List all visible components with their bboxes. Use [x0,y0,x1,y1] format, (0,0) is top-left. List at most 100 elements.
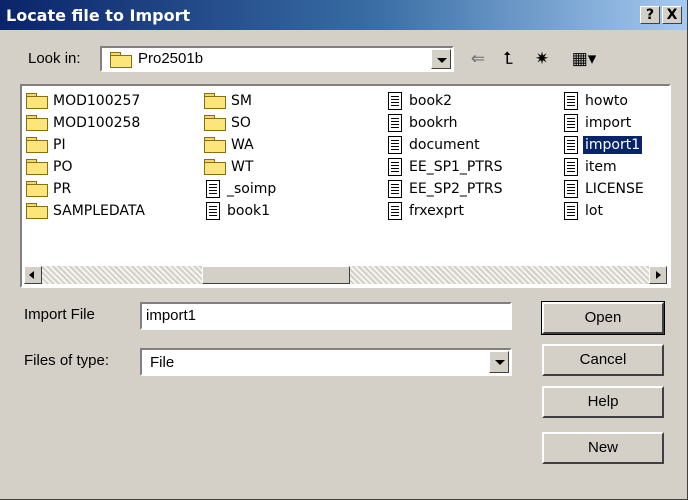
folder-icon [26,115,48,131]
document-icon [206,202,220,220]
file-item[interactable]: howto [562,90,630,112]
look-in-value: Pro2501b [138,50,204,67]
file-item[interactable]: bookrh [386,112,460,134]
item-name: EE_SP1_PTRS [409,159,503,175]
view-menu-icon[interactable]: ▦▾ [566,48,602,70]
look-in-label: Look in: [28,50,81,67]
title-bar[interactable]: Locate file to Import ? X [0,0,687,30]
file-item[interactable]: LICENSE [562,178,646,200]
close-button[interactable]: X [662,6,682,24]
item-name: WT [231,159,254,175]
document-icon [564,180,578,198]
document-icon [388,158,402,176]
scroll-right-button[interactable] [649,266,667,284]
locate-file-dialog: Locate file to Import ? X Look in: Pro25… [0,0,688,500]
file-item[interactable]: import1 [562,134,644,156]
item-name: item [585,159,617,175]
scrollbar-thumb[interactable] [202,266,350,284]
folder-item[interactable]: MOD100257 [26,90,142,112]
item-name: book1 [227,203,271,219]
item-name: document [409,137,480,153]
back-arrow-icon[interactable]: ⇐ [466,48,490,70]
horizontal-scrollbar[interactable] [24,266,667,284]
document-icon [388,180,402,198]
folder-icon [204,159,226,175]
item-name: frxexprt [409,203,464,219]
item-name: EE_SP2_PTRS [409,181,503,197]
document-icon [388,92,402,110]
folder-icon [26,203,48,219]
folder-icon [204,93,226,109]
up-folder-icon[interactable]: ⮤ [496,48,520,70]
folder-icon [204,115,226,131]
folder-item[interactable]: PR [26,178,73,200]
document-icon [388,114,402,132]
folder-item[interactable]: WT [204,156,255,178]
file-item[interactable]: import [562,112,633,134]
document-icon [388,202,402,220]
item-name: SM [231,93,252,109]
open-folder-icon [110,52,132,68]
files-of-type-dropdown[interactable]: File [140,348,512,376]
document-icon [388,136,402,154]
item-name: bookrh [409,115,458,131]
item-name: SO [231,115,251,131]
new-button[interactable]: New [542,432,664,464]
item-name: MOD100257 [53,93,141,109]
item-name: _soimp [227,181,277,197]
document-icon [564,92,578,110]
folder-icon [26,93,48,109]
scroll-left-button[interactable] [24,266,42,284]
folder-item[interactable]: MOD100258 [26,112,142,134]
item-name: howto [585,93,628,109]
new-folder-icon[interactable]: ✷ [530,48,554,70]
help-button[interactable]: Help [542,386,664,418]
files-of-type-label: Files of type: [24,352,110,369]
folder-item[interactable]: SAMPLEDATA [26,200,147,222]
help-title-button[interactable]: ? [640,6,660,24]
file-list[interactable]: MOD100257 MOD100258 PI PO PR SAMPLEDATA SM SO WA… [20,84,671,288]
item-name: SAMPLEDATA [53,203,145,219]
folder-item[interactable]: PO [26,156,74,178]
item-name: WA [231,137,254,153]
file-item[interactable]: item [562,156,619,178]
file-item[interactable]: book1 [204,200,272,222]
chevron-down-icon[interactable] [489,351,509,373]
item-name: PR [53,181,72,197]
file-item[interactable]: frxexprt [386,200,466,222]
import-file-input[interactable]: import1 [140,302,512,330]
item-name: import1 [581,135,644,155]
import-file-label: Import File [24,306,95,323]
item-name: import [585,115,632,131]
file-item[interactable]: EE_SP2_PTRS [386,178,505,200]
document-icon [564,114,578,132]
folder-item[interactable]: WA [204,134,256,156]
file-item[interactable]: lot [562,200,605,222]
document-icon [564,158,578,176]
folder-icon [26,159,48,175]
item-name: LICENSE [585,181,644,197]
file-item[interactable]: _soimp [204,178,278,200]
item-name: book2 [409,93,453,109]
folder-icon [204,137,226,153]
file-item[interactable]: book2 [386,90,454,112]
document-icon [564,136,578,154]
folder-icon [26,137,48,153]
item-name: PO [53,159,73,175]
open-button[interactable]: Open [541,301,665,335]
item-name: lot [585,203,603,219]
look-in-dropdown[interactable]: Pro2501b [100,46,454,72]
folder-item[interactable]: SO [204,112,253,134]
chevron-down-icon[interactable] [431,49,451,69]
document-icon [564,202,578,220]
item-name: MOD100258 [53,115,141,131]
folder-item[interactable]: PI [26,134,68,156]
folder-item[interactable]: SM [204,90,254,112]
item-name: PI [53,137,66,153]
cancel-button[interactable]: Cancel [542,344,664,376]
files-of-type-value: File [150,354,175,371]
folder-icon [26,181,48,197]
file-item[interactable]: document [386,134,482,156]
file-item[interactable]: EE_SP1_PTRS [386,156,505,178]
document-icon [206,180,220,198]
